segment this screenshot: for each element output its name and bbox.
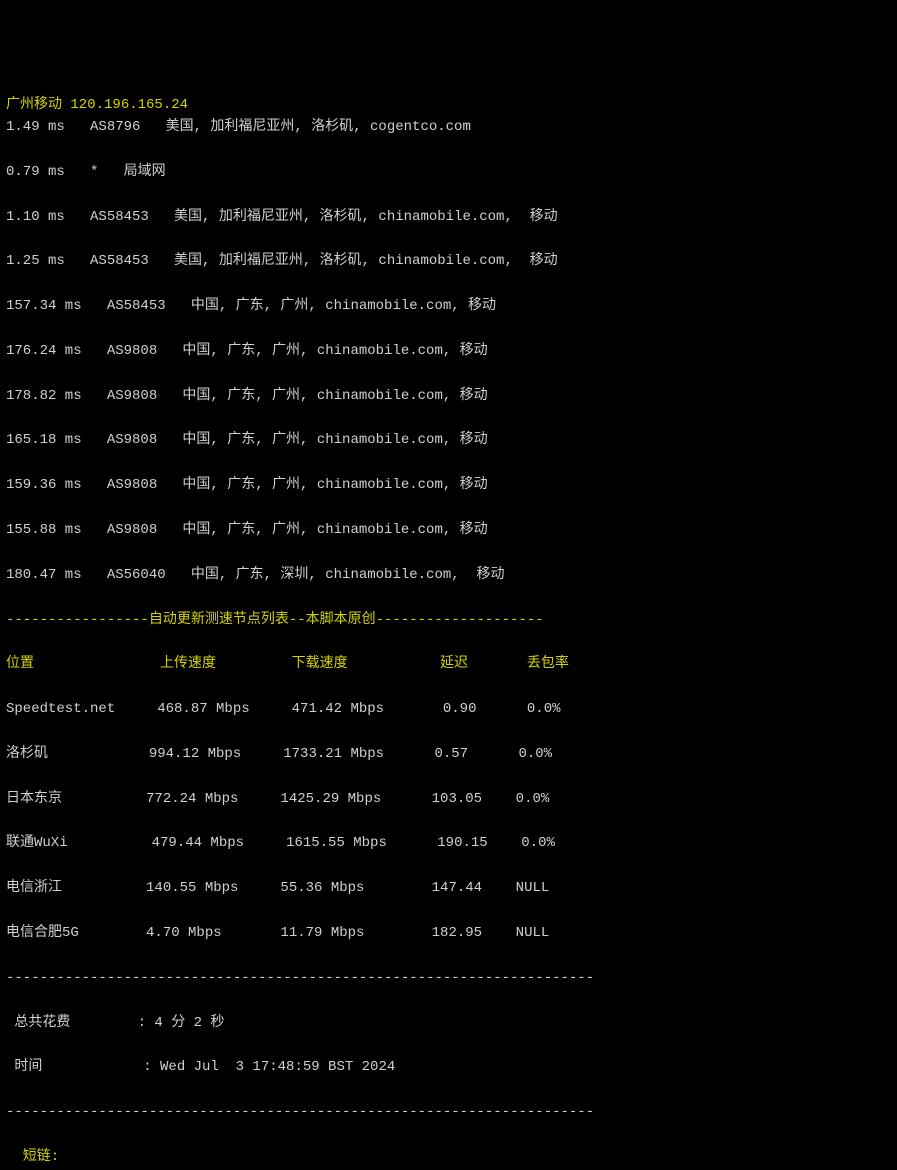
- trace-hop: 1.49 ms AS8796 美国, 加利福尼亚州, 洛杉矶, cogentco…: [6, 116, 891, 138]
- trace-hop: 155.88 ms AS9808 中国, 广东, 广州, chinamobile…: [6, 519, 891, 541]
- trace-hop: 1.10 ms AS58453 美国, 加利福尼亚州, 洛杉矶, chinamo…: [6, 206, 891, 228]
- speedtest-divider: -----------------自动更新测速节点列表--本脚本原创------…: [6, 609, 891, 631]
- trace-hop: 159.36 ms AS9808 中国, 广东, 广州, chinamobile…: [6, 474, 891, 496]
- trace-hop: 176.24 ms AS9808 中国, 广东, 广州, chinamobile…: [6, 340, 891, 362]
- speedtest-row: Speedtest.net 468.87 Mbps 471.42 Mbps 0.…: [6, 698, 891, 720]
- short-link-label: 短链:: [6, 1146, 891, 1168]
- speedtest-row: 联通WuXi 479.44 Mbps 1615.55 Mbps 190.15 0…: [6, 832, 891, 854]
- trace-hop: 180.47 ms AS56040 中国, 广东, 深圳, chinamobil…: [6, 564, 891, 586]
- speedtest-row: 电信合肥5G 4.70 Mbps 11.79 Mbps 182.95 NULL: [6, 922, 891, 944]
- trace-header: 广州移动 120.196.165.24: [6, 94, 891, 116]
- speedtest-header: 位置 上传速度 下载速度 延迟 丢包率: [6, 653, 891, 675]
- speedtest-row: 电信浙江 140.55 Mbps 55.36 Mbps 147.44 NULL: [6, 877, 891, 899]
- speedtest-row: 洛杉矶 994.12 Mbps 1733.21 Mbps 0.57 0.0%: [6, 743, 891, 765]
- trace-hop: 1.25 ms AS58453 美国, 加利福尼亚州, 洛杉矶, chinamo…: [6, 250, 891, 272]
- speedtest-row: 日本东京 772.24 Mbps 1425.29 Mbps 103.05 0.0…: [6, 788, 891, 810]
- trace-header-location: 广州移动: [6, 97, 70, 113]
- timestamp: 时间 : Wed Jul 3 17:48:59 BST 2024: [6, 1056, 891, 1078]
- trace-header-ip: 120.196.165.24: [70, 97, 188, 113]
- trace-hop: 178.82 ms AS9808 中国, 广东, 广州, chinamobile…: [6, 385, 891, 407]
- divider-line: ----------------------------------------…: [6, 1101, 891, 1123]
- trace-hop: 0.79 ms * 局域网: [6, 161, 891, 183]
- total-time-spent: 总共花费 : 4 分 2 秒: [6, 1012, 891, 1034]
- trace-hop: 165.18 ms AS9808 中国, 广东, 广州, chinamobile…: [6, 429, 891, 451]
- trace-hop: 157.34 ms AS58453 中国, 广东, 广州, chinamobil…: [6, 295, 891, 317]
- divider-line: ----------------------------------------…: [6, 967, 891, 989]
